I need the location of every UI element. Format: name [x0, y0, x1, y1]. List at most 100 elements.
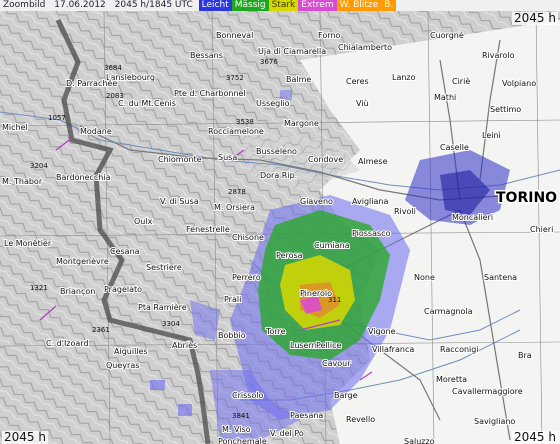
- place-label-paesana: Paesana: [290, 411, 323, 420]
- place-label-cuorgn: Cuorgnè: [430, 30, 464, 40]
- place-label-v-di-susa: V. di Susa: [160, 197, 199, 206]
- place-label-perrero: Perrero: [232, 273, 261, 282]
- place-label-bardonecchia: Bardonecchia: [56, 173, 111, 182]
- place-label-3841: 3841: [232, 412, 250, 420]
- place-label-forno: Forno: [318, 31, 340, 40]
- place-label-dora-rip: Dora Rip.: [260, 171, 297, 180]
- place-label-lein: Leinì: [482, 131, 501, 140]
- header-bar: Zoombild 17.06.2012 2045 h/1845 UTC Leic…: [0, 0, 560, 11]
- legend-item-m-ssig: Mässig: [231, 0, 269, 11]
- place-label-sestriere: Sestriere: [146, 263, 182, 272]
- place-label-prali: Prali: [224, 295, 241, 304]
- place-label-barge: Barge: [334, 391, 358, 400]
- place-label-bonneval: Bonneval: [216, 31, 253, 40]
- place-label-savigliano: Savigliano: [474, 417, 515, 426]
- place-label-uja-di-ciamarella: Uja di Ciamarella: [258, 47, 326, 56]
- place-label-revello: Revello: [346, 415, 375, 424]
- legend-item-stark: Stark: [268, 0, 299, 11]
- place-label-mathi: Mathi: [434, 93, 456, 102]
- place-label-lanzo: Lanzo: [392, 73, 416, 82]
- legend-item-w-blitze: W. Blitze: [336, 0, 382, 11]
- place-label-vi: Viù: [356, 99, 369, 108]
- place-label-3304: 3304: [162, 320, 180, 328]
- place-label-chialamberto: Chialamberto: [338, 43, 392, 52]
- place-label-oulx: Oulx: [134, 217, 153, 226]
- place-label-rivarolo: Rivarolo: [482, 51, 515, 60]
- place-label-moncalieri: Moncalieri: [452, 213, 493, 222]
- place-label-d-parrach-e: D. Parrachée: [66, 78, 117, 88]
- place-label-condove: Condove: [308, 155, 343, 164]
- place-label-bra: Bra: [518, 351, 532, 360]
- intensity-legend: Leicht Mässig Stark Extrem W. Blitze B.: [198, 0, 397, 11]
- place-label-giaveno: Giaveno: [300, 197, 333, 206]
- place-label-balme: Balme: [286, 75, 311, 84]
- place-label-carmagnola: Carmagnola: [424, 307, 473, 316]
- place-label-none: None: [414, 273, 435, 282]
- place-label-3676: 3676: [260, 58, 278, 66]
- place-label-busseleno: Busseleno: [256, 147, 297, 156]
- place-label-perosa: Perosa: [276, 251, 303, 260]
- place-label-bobbio: Bobbio: [218, 331, 246, 340]
- place-label-modane: Modane: [80, 127, 112, 136]
- place-label-c-d-izoard: C. d'Izoard: [46, 339, 89, 348]
- place-label-pellice: Pellice: [316, 341, 342, 350]
- place-label-settimo: Settimo: [490, 105, 521, 114]
- time-stamp-bottom-right: 2045 h: [512, 430, 558, 444]
- place-label-cavallermaggiore: Cavallermaggiore: [452, 387, 523, 396]
- place-label-3204: 3204: [30, 162, 48, 170]
- place-label-311: 311: [328, 296, 341, 304]
- place-label-le-mon-tier: Le Monêtier: [4, 238, 52, 248]
- place-label-santena: Santena: [484, 273, 517, 282]
- place-label-chieri: Chieri: [530, 225, 553, 234]
- place-label-rocciamelone: Rocciamelone: [208, 127, 264, 136]
- product-label: Zoombild: [3, 0, 46, 10]
- place-label-ceres: Ceres: [346, 77, 369, 86]
- place-label-michel: Michel: [2, 123, 28, 132]
- place-label-moretta: Moretta: [436, 375, 467, 384]
- place-label-margone: Margone: [284, 119, 319, 128]
- place-label-ponchemale: Ponchemale: [218, 437, 267, 444]
- place-label-3684: 3684: [104, 64, 122, 72]
- place-label-abri-s: Abriès: [172, 340, 197, 350]
- place-label-torre: Torre: [265, 327, 286, 336]
- place-label-pta-rami-re: Pta Ramière: [138, 302, 187, 312]
- place-label-1057: 1057: [48, 114, 66, 122]
- place-label-crissolo: Crissolo: [232, 391, 264, 400]
- place-label-caselle: Caselle: [440, 143, 469, 152]
- place-label-aiguilles: Aiguilles: [114, 347, 148, 356]
- legend-item-extrem: Extrem: [298, 0, 337, 11]
- place-label-vigone: Vigone: [368, 327, 396, 336]
- place-label-montgen-vre: Montgenèvre: [56, 256, 109, 266]
- place-label-v-del-po: V. del Po: [270, 429, 304, 438]
- place-label-chisone: Chisone: [232, 233, 264, 242]
- place-label-rivoli: Rivoli: [394, 207, 416, 216]
- place-label-volpiano: Volpiano: [502, 79, 536, 88]
- place-label-3752: 3752: [226, 74, 244, 82]
- place-label-piossasco: Piossasco: [352, 229, 391, 238]
- place-label-racconigi: Racconigi: [440, 345, 479, 354]
- place-label-2878: 2878: [228, 188, 246, 196]
- place-label-cesana: Cesana: [110, 247, 140, 256]
- place-label-1321: 1321: [30, 284, 48, 292]
- place-label-2361: 2361: [92, 326, 110, 334]
- place-label-fenestrelle: Fenestrelle: [186, 225, 230, 234]
- place-label-pte-d-charbonnel: Pte d. Charbonnel: [174, 89, 246, 98]
- place-label-m-orsiera: M. Orsiera: [214, 203, 255, 212]
- place-label-brian-on: Briançon: [60, 287, 95, 296]
- place-label-almese: Almese: [358, 157, 388, 166]
- place-label-ciri: Ciriè: [452, 76, 470, 86]
- place-label-villafranca: Villafranca: [372, 345, 414, 354]
- legend-item-leicht: Leicht: [198, 0, 232, 11]
- place-label-c-du-mt-cenis: C. du Mt.Cenis: [118, 99, 176, 108]
- place-label-cumiana: Cumiana: [314, 241, 350, 250]
- place-label-torino: TORINO: [496, 190, 557, 206]
- place-label-pragelato: Pragelato: [104, 285, 142, 294]
- place-label-m-viso: M. Viso: [222, 425, 251, 434]
- place-label-chiomonte: Chiomonte: [158, 155, 202, 164]
- place-label-3538: 3538: [236, 118, 254, 126]
- place-label-queyras: Queyras: [106, 361, 139, 370]
- time-stamp-bottom-left: 2045 h: [2, 430, 48, 444]
- place-label-susa: Susa: [218, 153, 237, 162]
- time-stamp-top-right: 2045 h: [512, 11, 558, 25]
- date-label: 17.06.2012: [54, 0, 106, 10]
